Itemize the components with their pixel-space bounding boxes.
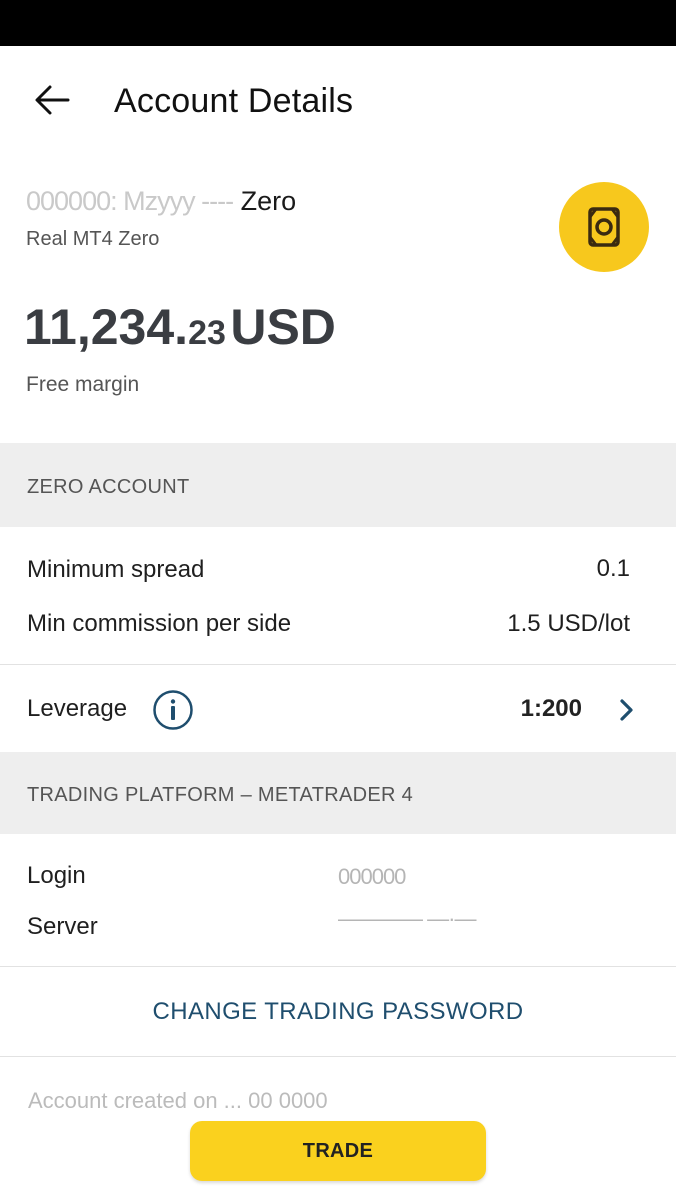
divider [0, 1056, 676, 1057]
section-header-zero-account: ZERO ACCOUNT [0, 443, 676, 527]
balance-decimals: 23 [188, 314, 226, 352]
divider [0, 664, 676, 665]
section-title: TRADING PLATFORM – METATRADER 4 [27, 784, 413, 806]
min-spread-value: 0.1 [596, 555, 630, 582]
chevron-right-icon[interactable] [616, 697, 638, 723]
balance-amount: 11,234.23 USD [24, 298, 336, 356]
min-commission-label: Min commission per side [27, 610, 292, 637]
trade-button[interactable]: TRADE [190, 1121, 486, 1181]
login-label: Login [27, 862, 86, 889]
balance-label: Free margin [26, 373, 140, 396]
back-button[interactable] [30, 80, 74, 120]
app-header: Account Details [0, 46, 676, 156]
min-spread-label: Minimum spread [27, 556, 205, 583]
account-created-text: Account created on ... 00 0000 [28, 1088, 328, 1113]
info-icon[interactable] [152, 689, 194, 731]
leverage-value: 1:200 [520, 695, 582, 722]
server-label: Server [27, 913, 98, 940]
leverage-label: Leverage [27, 695, 128, 722]
account-name-masked: 000000: Mzyyy ---- [26, 186, 234, 216]
balance-currency: USD [230, 299, 336, 355]
account-name: 000000: Mzyyy ---- Zero [26, 186, 296, 217]
section-title: ZERO ACCOUNT [27, 476, 190, 498]
server-value: ———— —·— [338, 906, 476, 931]
login-value: 000000 [338, 864, 406, 889]
section-header-trading-platform: TRADING PLATFORM – METATRADER 4 [0, 752, 676, 834]
money-bill-icon [588, 207, 620, 247]
balance-integer: 11,234. [24, 299, 189, 355]
min-commission-value: 1.5 USD/lot [507, 610, 630, 637]
trade-button-label: TRADE [302, 1140, 374, 1162]
divider [0, 966, 676, 967]
status-bar [0, 0, 676, 46]
back-arrow-icon [35, 85, 70, 115]
deposit-button[interactable] [559, 182, 649, 272]
account-name-suffix: Zero [240, 186, 297, 216]
change-password-label: CHANGE TRADING PASSWORD [152, 998, 524, 1025]
change-trading-password-button[interactable]: CHANGE TRADING PASSWORD [0, 968, 676, 1056]
account-type: Real MT4 Zero [26, 228, 160, 250]
page-title: Account Details [114, 82, 354, 120]
